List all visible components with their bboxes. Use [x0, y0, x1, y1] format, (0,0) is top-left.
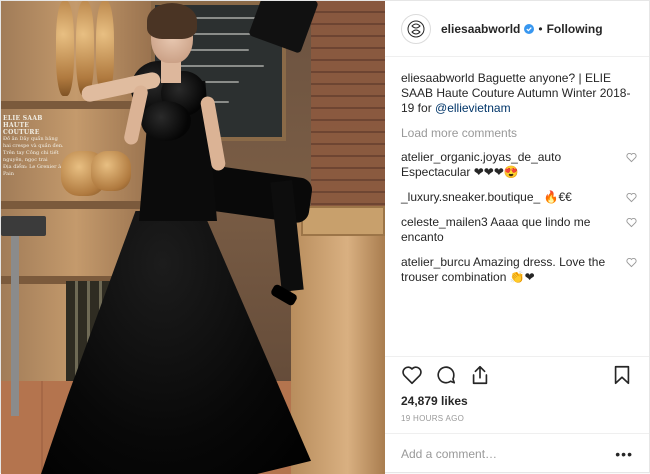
- verified-badge-icon: [524, 23, 535, 34]
- magazine-caption-body: Đồ ăn Dây quần bảng hai crespe và quần đ…: [3, 136, 64, 163]
- comment: atelier_organic.joyas_de_auto Espectacul…: [401, 150, 637, 180]
- comment-text: 🔥€€: [543, 190, 572, 204]
- sink: [1, 216, 46, 236]
- bookmark-icon: [614, 365, 630, 384]
- baguette: [56, 1, 74, 96]
- post-side-panel: eliesaabworld • Following eliesaabworld …: [385, 1, 649, 474]
- comment-username[interactable]: atelier_burcu: [401, 255, 470, 269]
- shelf-board: [1, 201, 151, 209]
- share-upload-icon: [472, 365, 488, 384]
- like-comment-heart-icon[interactable]: [626, 192, 637, 203]
- comment: celeste_mailen3 Aaaa que lindo me encant…: [401, 215, 637, 245]
- more-options-icon[interactable]: •••: [615, 446, 633, 462]
- like-comment-heart-icon[interactable]: [626, 217, 637, 228]
- pipe: [11, 236, 19, 416]
- like-button[interactable]: [401, 364, 423, 386]
- add-comment-bar: •••: [385, 434, 649, 474]
- save-button[interactable]: [611, 364, 633, 386]
- comments-list: eliesaabworld Baguette anyone? | ELIE SA…: [385, 57, 649, 356]
- post-actions: [385, 356, 649, 392]
- ruffle: [141, 101, 191, 141]
- baguette: [76, 1, 94, 96]
- magazine-caption-title: ELIE SAAB HAUTE COUTURE: [3, 115, 43, 136]
- comment-button[interactable]: [435, 364, 457, 386]
- separator-dot: •: [538, 21, 543, 36]
- caption-username[interactable]: eliesaabworld: [401, 71, 474, 85]
- comment-text: Espectacular ❤❤❤😍: [401, 165, 519, 179]
- post-caption: eliesaabworld Baguette anyone? | ELIE SA…: [401, 71, 633, 116]
- heart-icon: [402, 365, 422, 384]
- hair: [147, 3, 197, 39]
- comment-bubble-icon: [437, 365, 456, 384]
- instagram-post: ELIE SAAB HAUTE COUTURE Đồ ăn Dây quần b…: [0, 0, 650, 474]
- like-comment-heart-icon[interactable]: [626, 152, 637, 163]
- shelf-board: [1, 101, 151, 109]
- post-photo[interactable]: ELIE SAAB HAUTE COUTURE Đồ ăn Dây quần b…: [1, 1, 385, 474]
- wooden-counter: [291, 211, 385, 474]
- avatar[interactable]: [401, 13, 431, 44]
- comment: atelier_burcu Amazing dress. Love the tr…: [401, 255, 637, 285]
- load-more-comments-button[interactable]: Load more comments: [401, 126, 633, 140]
- post-header: eliesaabworld • Following: [385, 1, 649, 57]
- like-comment-heart-icon[interactable]: [626, 257, 637, 268]
- magazine-caption-location: Địa điểm: Le Grenier à Pain: [3, 164, 62, 177]
- like-count[interactable]: 24,879 likes: [385, 392, 649, 408]
- chalk-text: [169, 65, 264, 67]
- following-button[interactable]: Following: [547, 22, 603, 36]
- header-username[interactable]: eliesaabworld: [441, 22, 520, 36]
- share-button[interactable]: [469, 364, 491, 386]
- magazine-caption: ELIE SAAB HAUTE COUTURE Đồ ăn Dây quần b…: [3, 115, 65, 178]
- comment-username[interactable]: celeste_mailen3: [401, 215, 488, 229]
- comment-username[interactable]: _luxury.sneaker.boutique_: [401, 190, 540, 204]
- post-timestamp[interactable]: 19 HOURS AGO: [385, 408, 649, 434]
- comment-username[interactable]: atelier_organic.joyas_de_auto: [401, 150, 561, 164]
- caption-mention[interactable]: @ellievietnam: [435, 101, 511, 115]
- eliesaab-logo-icon: [407, 20, 425, 37]
- wooden-crate: [301, 206, 385, 236]
- comment: _luxury.sneaker.boutique_ 🔥€€: [401, 190, 637, 205]
- bread-loaf: [91, 151, 131, 191]
- add-comment-input[interactable]: [401, 447, 616, 461]
